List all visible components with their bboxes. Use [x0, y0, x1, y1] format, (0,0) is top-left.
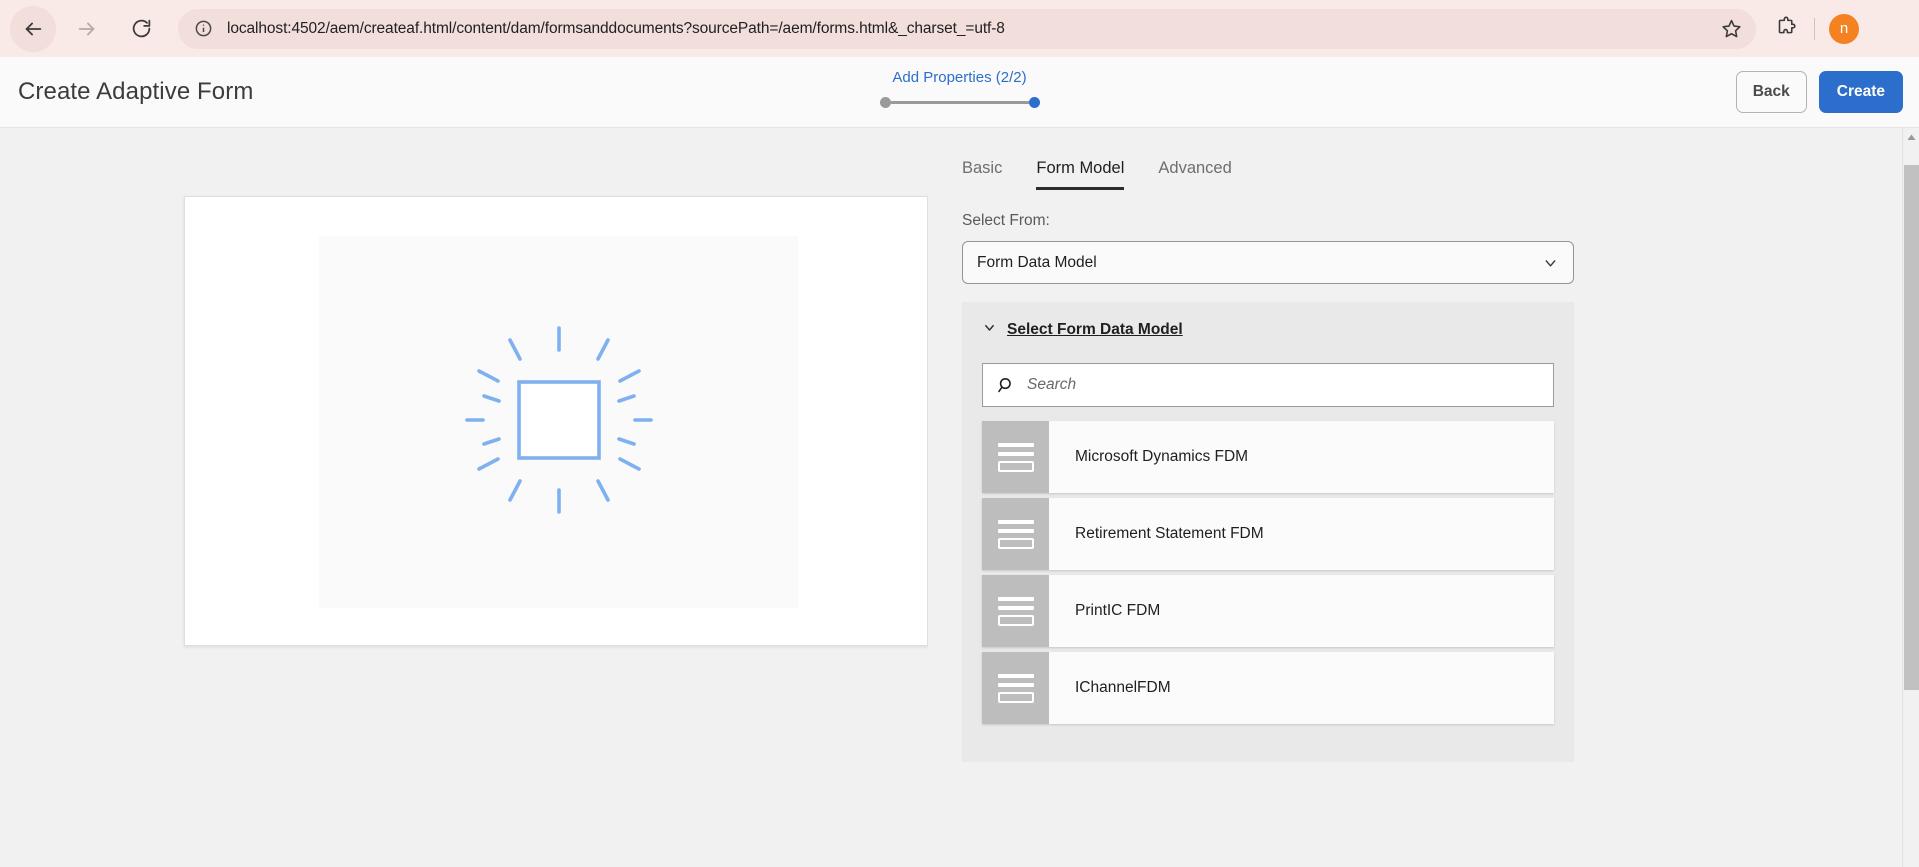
step-dot-1[interactable]	[879, 97, 891, 108]
blank-form-shine-icon	[443, 304, 675, 541]
list-item[interactable]: PrintIC FDM	[982, 575, 1554, 647]
form-data-model-icon	[982, 652, 1049, 724]
list-item-label: IChannelFDM	[1075, 679, 1171, 696]
form-data-model-icon	[982, 575, 1049, 647]
scrollbar-thumb[interactable]	[1904, 165, 1919, 690]
list-item[interactable]: IChannelFDM	[982, 652, 1554, 724]
address-bar-url[interactable]: localhost:4502/aem/createaf.html/content…	[227, 20, 1711, 38]
form-data-model-icon	[982, 498, 1049, 570]
accordion-title: Select Form Data Model	[1007, 321, 1183, 338]
app-header: Create Adaptive Form Add Properties (2/2…	[0, 57, 1919, 128]
step-progress-track	[879, 97, 1040, 108]
reload-icon	[131, 18, 152, 39]
step-indicator: Add Properties (2/2)	[810, 69, 1110, 108]
properties-tabs: Basic Form Model Advanced	[962, 152, 1896, 190]
list-item[interactable]: Microsoft Dynamics FDM	[982, 421, 1554, 493]
tab-basic[interactable]: Basic	[962, 159, 1002, 190]
select-form-data-model-accordion[interactable]: Select Form Data Model	[982, 320, 1554, 340]
form-data-model-section: Select Form Data Model Search Microsoft …	[962, 302, 1574, 762]
model-source-value: Form Data Model	[977, 253, 1097, 271]
form-preview-canvas	[319, 236, 798, 608]
back-button[interactable]: Back	[1735, 71, 1807, 113]
properties-panel: Basic Form Model Advanced Select From: F…	[928, 128, 1896, 867]
tab-advanced[interactable]: Advanced	[1158, 159, 1231, 190]
star-icon[interactable]	[1721, 18, 1742, 39]
content-area: Basic Form Model Advanced Select From: F…	[0, 128, 1919, 867]
toolbar-divider	[1814, 17, 1815, 40]
browser-toolbar: localhost:4502/aem/createaf.html/content…	[0, 0, 1919, 57]
browser-back-button[interactable]	[10, 5, 56, 52]
puzzle-piece-icon	[1776, 16, 1797, 42]
model-source-select[interactable]: Form Data Model	[962, 241, 1574, 284]
list-item-label: Microsoft Dynamics FDM	[1075, 448, 1249, 465]
search-box[interactable]	[982, 363, 1554, 407]
select-from-label: Select From:	[962, 212, 1050, 229]
address-bar[interactable]: localhost:4502/aem/createaf.html/content…	[178, 8, 1756, 49]
form-data-model-icon	[982, 421, 1049, 493]
step-label: Add Properties (2/2)	[892, 69, 1027, 86]
step-progress-line	[890, 101, 1029, 104]
browser-forward-button[interactable]	[64, 6, 110, 52]
triangle-up-icon	[1907, 128, 1916, 146]
arrow-left-icon	[22, 18, 44, 40]
scroll-up-button[interactable]	[1903, 128, 1919, 145]
avatar[interactable]: n	[1829, 13, 1859, 44]
extensions-button[interactable]	[1766, 9, 1806, 49]
info-circle-icon[interactable]	[194, 19, 213, 38]
page-title: Create Adaptive Form	[18, 78, 254, 105]
form-preview-panel	[184, 196, 928, 646]
form-data-model-list: Microsoft Dynamics FDM Retirement Statem…	[982, 421, 1554, 724]
tab-form-model[interactable]: Form Model	[1036, 159, 1125, 190]
page-scrollbar[interactable]	[1902, 128, 1919, 867]
chevron-down-icon	[1542, 254, 1559, 271]
list-item[interactable]: Retirement Statement FDM	[982, 498, 1554, 570]
create-button[interactable]: Create	[1818, 71, 1903, 113]
header-actions: Back Create	[1735, 71, 1903, 113]
chevron-down-icon	[982, 320, 997, 340]
step-dot-2[interactable]	[1028, 97, 1040, 108]
browser-menu-button[interactable]	[1865, 9, 1905, 49]
search-icon	[997, 376, 1016, 395]
search-input[interactable]	[1025, 375, 1539, 395]
list-item-label: PrintIC FDM	[1075, 602, 1161, 619]
arrow-right-icon	[76, 18, 98, 40]
avatar-initial: n	[1839, 20, 1849, 37]
browser-reload-button[interactable]	[118, 6, 164, 52]
list-item-label: Retirement Statement FDM	[1075, 525, 1264, 542]
